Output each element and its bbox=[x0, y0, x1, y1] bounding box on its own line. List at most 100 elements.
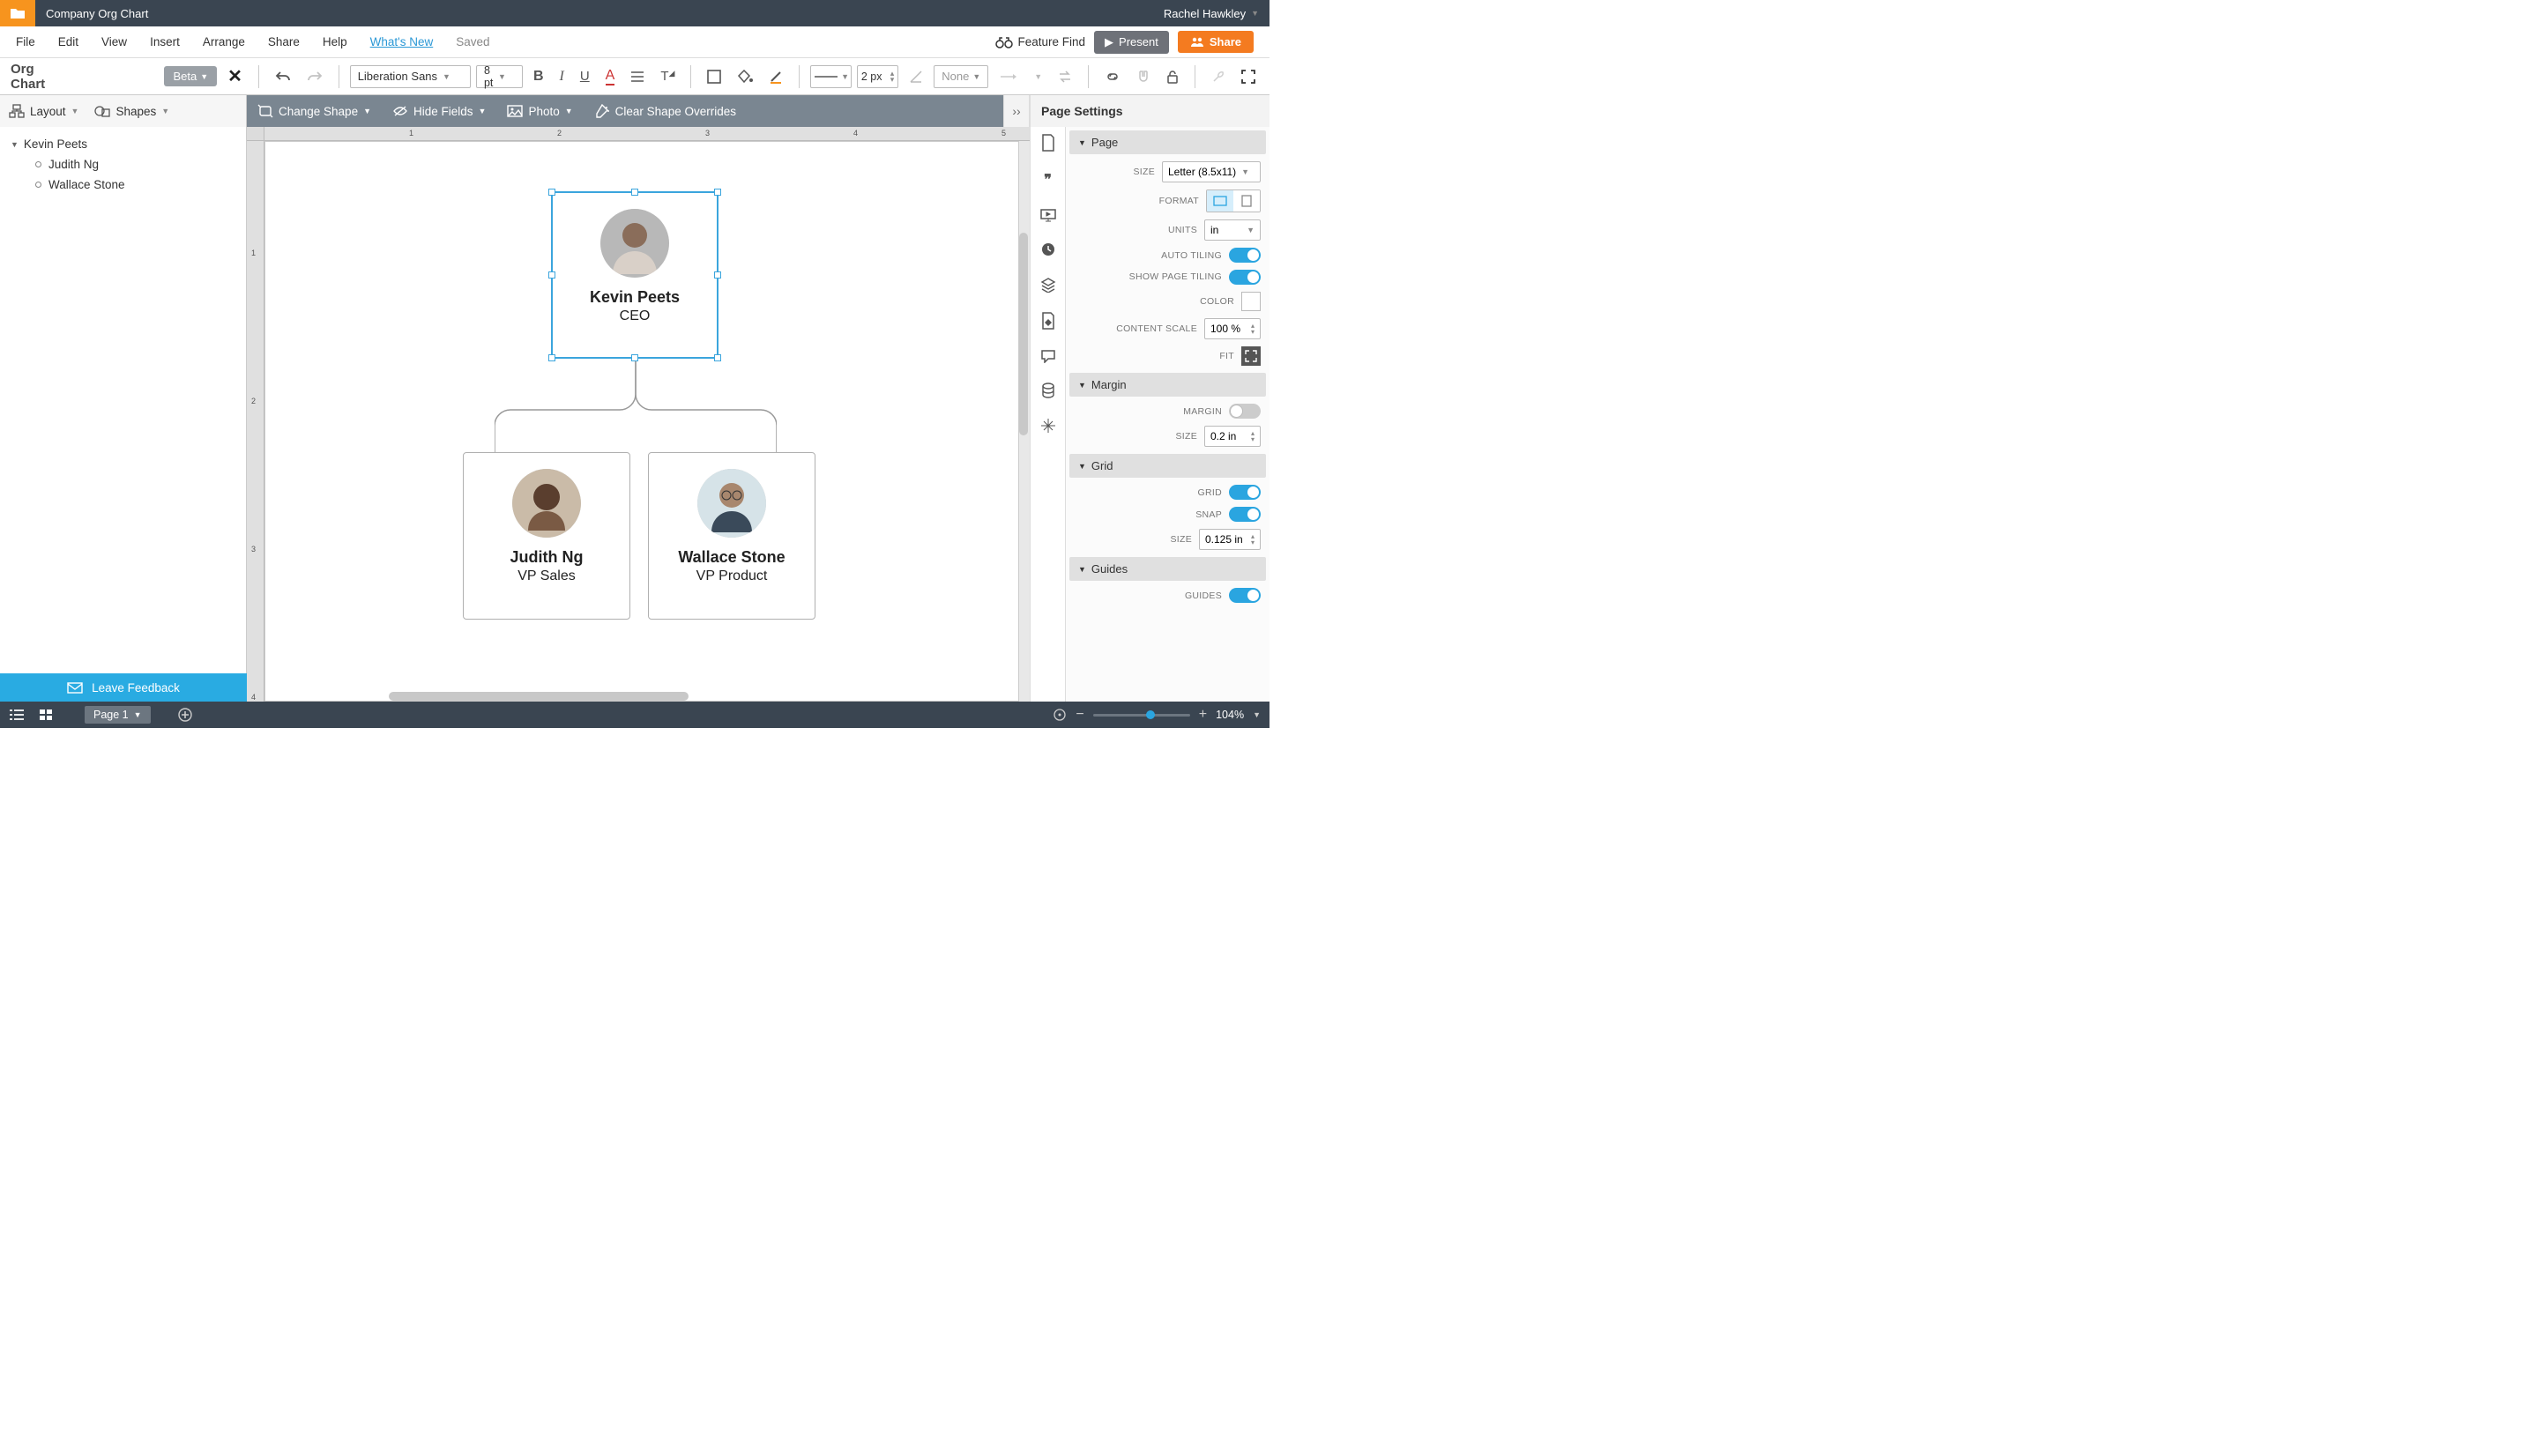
selection-handle[interactable] bbox=[714, 271, 721, 279]
text-color-button[interactable]: A bbox=[600, 64, 621, 89]
selection-handle[interactable] bbox=[548, 354, 555, 361]
undo-button[interactable] bbox=[270, 67, 296, 86]
page-tab[interactable]: Page 1▼ bbox=[85, 706, 151, 724]
page-surface[interactable]: Kevin Peets CEO Judith Ng VP Sales bbox=[264, 141, 1019, 702]
collapse-right-strip[interactable]: ›› bbox=[1003, 95, 1030, 127]
selection-handle[interactable] bbox=[548, 189, 555, 196]
border-button[interactable] bbox=[702, 66, 726, 87]
hide-fields-dropdown[interactable]: Hide Fields▼ bbox=[392, 105, 486, 118]
snap-toggle[interactable] bbox=[1229, 507, 1261, 522]
history-icon[interactable] bbox=[1040, 241, 1056, 257]
menu-arrange[interactable]: Arrange bbox=[203, 35, 245, 48]
shapes-dropdown[interactable]: Shapes▼ bbox=[94, 104, 169, 118]
content-scale-input[interactable]: 100 %▴▾ bbox=[1204, 318, 1261, 339]
canvas[interactable]: 1 2 3 4 5 1 2 3 4 Kevin Peets CEO bbox=[247, 127, 1030, 702]
text-options-button[interactable]: T◢ bbox=[655, 65, 680, 87]
line-color-button[interactable] bbox=[763, 66, 788, 87]
underline-button[interactable]: U bbox=[575, 65, 595, 87]
close-panel-button[interactable]: ✕ bbox=[222, 62, 248, 91]
bold-button[interactable]: B bbox=[528, 65, 549, 88]
actions-icon[interactable] bbox=[1040, 418, 1056, 434]
org-card-ceo[interactable]: Kevin Peets CEO bbox=[551, 191, 719, 359]
menu-file[interactable]: File bbox=[16, 35, 35, 48]
layers-icon[interactable] bbox=[1040, 277, 1056, 293]
grid-toggle[interactable] bbox=[1229, 485, 1261, 500]
fullscreen-button[interactable] bbox=[1236, 66, 1261, 87]
selection-handle[interactable] bbox=[631, 354, 638, 361]
menu-help[interactable]: Help bbox=[323, 35, 347, 48]
org-card-vp-product[interactable]: Wallace Stone VP Product bbox=[648, 452, 815, 620]
swap-button[interactable] bbox=[1053, 67, 1077, 86]
presentation-icon[interactable] bbox=[1040, 208, 1056, 222]
grid-view-icon[interactable] bbox=[39, 709, 53, 721]
menu-edit[interactable]: Edit bbox=[58, 35, 78, 48]
folder-icon[interactable] bbox=[0, 0, 35, 26]
grid-size-input[interactable]: 0.125 in▴▾ bbox=[1199, 529, 1261, 550]
tree-child[interactable]: Wallace Stone bbox=[11, 175, 235, 195]
fit-button[interactable] bbox=[1241, 346, 1261, 366]
guides-toggle[interactable] bbox=[1229, 588, 1261, 603]
units-select[interactable]: in▼ bbox=[1204, 219, 1261, 241]
menu-insert[interactable]: Insert bbox=[150, 35, 180, 48]
arrow-end-button[interactable] bbox=[994, 69, 1024, 85]
zoom-out-button[interactable]: − bbox=[1076, 707, 1083, 723]
landscape-button[interactable] bbox=[1207, 190, 1233, 212]
format-toggle[interactable] bbox=[1206, 189, 1261, 212]
italic-button[interactable]: I bbox=[555, 65, 570, 88]
zoom-in-button[interactable]: + bbox=[1199, 707, 1207, 723]
margin-size-input[interactable]: 0.2 in▴▾ bbox=[1204, 426, 1261, 447]
menu-whats-new[interactable]: What's New bbox=[370, 35, 434, 48]
vertical-scrollbar[interactable] bbox=[1019, 233, 1028, 435]
change-shape-dropdown[interactable]: Change Shape▼ bbox=[257, 104, 371, 118]
add-page-button[interactable] bbox=[177, 707, 193, 723]
section-guides[interactable]: ▼Guides bbox=[1069, 557, 1266, 581]
arrow-start-select[interactable]: None▼ bbox=[934, 65, 988, 88]
layout-dropdown[interactable]: Layout▼ bbox=[9, 104, 78, 118]
horizontal-scrollbar[interactable] bbox=[389, 692, 689, 701]
clear-overrides-button[interactable]: Clear Shape Overrides bbox=[594, 104, 736, 118]
magnet-button[interactable] bbox=[1131, 66, 1156, 87]
feature-find[interactable]: Feature Find bbox=[995, 35, 1086, 48]
menu-view[interactable]: View bbox=[101, 35, 127, 48]
selection-handle[interactable] bbox=[714, 189, 721, 196]
tree-root[interactable]: ▼ Kevin Peets bbox=[11, 134, 235, 154]
data-icon[interactable] bbox=[1041, 383, 1055, 398]
menu-share[interactable]: Share bbox=[268, 35, 300, 48]
font-family-select[interactable]: Liberation Sans▼ bbox=[350, 65, 471, 88]
present-button[interactable]: ▶ Present bbox=[1094, 31, 1169, 54]
org-card-vp-sales[interactable]: Judith Ng VP Sales bbox=[463, 452, 630, 620]
share-button[interactable]: Share bbox=[1178, 31, 1254, 53]
selection-handle[interactable] bbox=[548, 271, 555, 279]
line-more-button[interactable]: ▼ bbox=[1029, 69, 1047, 85]
theme-icon[interactable] bbox=[1041, 312, 1055, 330]
page-size-select[interactable]: Letter (8.5x11)▼ bbox=[1162, 161, 1261, 182]
lock-button[interactable] bbox=[1161, 66, 1184, 87]
fill-button[interactable] bbox=[732, 66, 758, 87]
section-page[interactable]: ▼Page bbox=[1069, 130, 1266, 154]
line-angle-button[interactable] bbox=[904, 66, 928, 87]
selection-handle[interactable] bbox=[714, 354, 721, 361]
photo-dropdown[interactable]: Photo▼ bbox=[507, 105, 572, 118]
section-margin[interactable]: ▼Margin bbox=[1069, 373, 1266, 397]
line-style-select[interactable]: ▼ bbox=[810, 65, 852, 88]
page-color-swatch[interactable] bbox=[1241, 292, 1261, 311]
show-tiling-toggle[interactable] bbox=[1229, 270, 1261, 285]
chevron-down-icon[interactable]: ▼ bbox=[1253, 710, 1261, 719]
target-icon[interactable] bbox=[1053, 708, 1067, 722]
document-title[interactable]: Company Org Chart bbox=[35, 7, 148, 20]
align-button[interactable] bbox=[625, 67, 650, 86]
quote-icon[interactable]: ❞ bbox=[1044, 171, 1052, 189]
section-grid[interactable]: ▼Grid bbox=[1069, 454, 1266, 478]
zoom-slider[interactable] bbox=[1093, 714, 1190, 717]
tree-child[interactable]: Judith Ng bbox=[11, 154, 235, 175]
feedback-button[interactable]: Leave Feedback bbox=[0, 673, 247, 702]
beta-badge[interactable]: Beta ▼ bbox=[164, 66, 217, 86]
portrait-button[interactable] bbox=[1233, 190, 1260, 212]
margin-toggle[interactable] bbox=[1229, 404, 1261, 419]
line-width-input[interactable]: 2 px▴▾ bbox=[857, 65, 898, 88]
user-menu[interactable]: Rachel Hawkley ▼ bbox=[1164, 7, 1270, 20]
zoom-label[interactable]: 104% bbox=[1216, 709, 1244, 721]
selection-handle[interactable] bbox=[631, 189, 638, 196]
auto-tiling-toggle[interactable] bbox=[1229, 248, 1261, 263]
list-view-icon[interactable] bbox=[9, 709, 25, 721]
